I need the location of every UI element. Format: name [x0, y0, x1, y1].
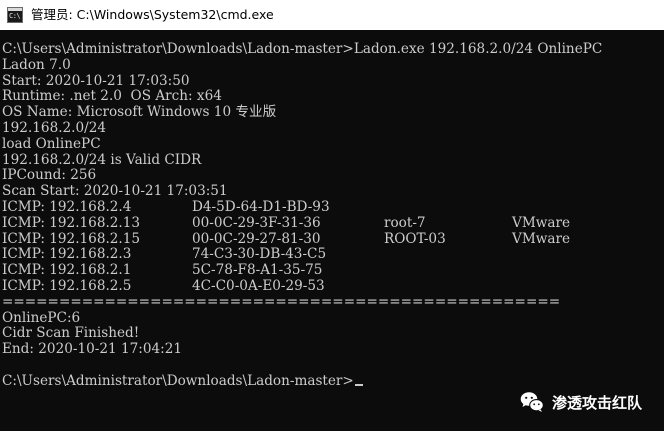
icmp-mac: 5C-78-F8-A1-35-75: [192, 262, 323, 279]
icmp-vendor: VMware: [512, 230, 571, 247]
icmp-row: ICMP: 192.168.2.1 5C-78-F8-A1-35-75: [2, 262, 664, 279]
text-cursor: [354, 383, 363, 386]
icmp-mac: 00-0C-29-3F-31-36: [192, 214, 321, 231]
console-output[interactable]: C:\Users\Administrator\Downloads\Ladon-m…: [0, 30, 664, 431]
icmp-mac: 74-C3-30-DB-43-C5: [192, 246, 327, 263]
watermark-text: 渗透攻击红队: [551, 393, 642, 412]
icmp-row: ICMP: 192.168.2.13 00-0C-29-3F-31-36 roo…: [2, 214, 664, 232]
title-bar[interactable]: C:\ 管理员: C:\Windows\System32\cmd.exe: [0, 0, 664, 30]
icmp-mac: 00-0C-29-27-81-30: [192, 230, 321, 247]
window-title: 管理员: C:\Windows\System32\cmd.exe: [31, 7, 274, 22]
icmp-row: ICMP: 192.168.2.3 74-C3-30-DB-43-C5: [2, 247, 664, 263]
watermark: 渗透攻击红队: [520, 391, 642, 413]
wechat-icon: [520, 392, 544, 412]
icmp-host: root-7: [384, 214, 426, 231]
console-line: Scan Start: 2020-10-21 17:03:51: [2, 183, 228, 200]
icmp-ip: ICMP: 192.168.2.5: [2, 277, 132, 294]
console-line: IPCound: 256: [2, 167, 97, 184]
icmp-ip: ICMP: 192.168.2.15: [2, 230, 141, 247]
cmd-app-icon[interactable]: C:\: [7, 7, 23, 23]
console-line: load OnlinePC: [2, 135, 101, 152]
console-line: End: 2020-10-21 17:04:21: [2, 341, 183, 358]
prompt-text: C:\Users\Administrator\Downloads\Ladon-m…: [2, 372, 354, 389]
console-line: 192.168.2.0/24: [2, 119, 107, 136]
cmd-icon-glyph: C:\: [9, 12, 21, 20]
console-line: OS Name: Microsoft Windows 10 专业版: [2, 104, 277, 121]
console-line: Ladon 7.0: [2, 56, 71, 73]
console-line: Runtime: .net 2.0 OS Arch: x64: [2, 88, 222, 105]
icmp-vendor: VMware: [512, 214, 571, 231]
prompt-line[interactable]: C:\Users\Administrator\Downloads\Ladon-m…: [2, 372, 664, 390]
icmp-ip: ICMP: 192.168.2.4: [2, 198, 132, 215]
console-line: OnlinePC:6: [2, 309, 81, 326]
separator-line: ========================================…: [2, 293, 561, 310]
icmp-mac: 4C-C0-0A-E0-29-53: [192, 277, 325, 294]
icmp-row: ICMP: 192.168.2.15 00-0C-29-27-81-30 ROO…: [2, 230, 664, 248]
icmp-ip: ICMP: 192.168.2.3: [2, 246, 132, 263]
icmp-row: ICMP: 192.168.2.5 4C-C0-0A-E0-29-53: [2, 277, 664, 295]
icmp-ip: ICMP: 192.168.2.1: [2, 262, 132, 279]
icmp-row: ICMP: 192.168.2.4 D4-5D-64-D1-BD-93: [2, 198, 664, 216]
console-line: C:\Users\Administrator\Downloads\Ladon-m…: [2, 41, 603, 57]
icmp-mac: D4-5D-64-D1-BD-93: [192, 198, 330, 215]
cmd-window: C:\ 管理员: C:\Windows\System32\cmd.exe C:\…: [0, 0, 664, 431]
console-line: Start: 2020-10-21 17:03:50: [2, 72, 190, 89]
cmd-icon-bar: [8, 8, 22, 11]
console-line: Cidr Scan Finished!: [2, 325, 140, 342]
icmp-host: ROOT-03: [384, 230, 446, 247]
icmp-ip: ICMP: 192.168.2.13: [2, 214, 141, 231]
console-line: 192.168.2.0/24 is Valid CIDR: [2, 151, 202, 168]
